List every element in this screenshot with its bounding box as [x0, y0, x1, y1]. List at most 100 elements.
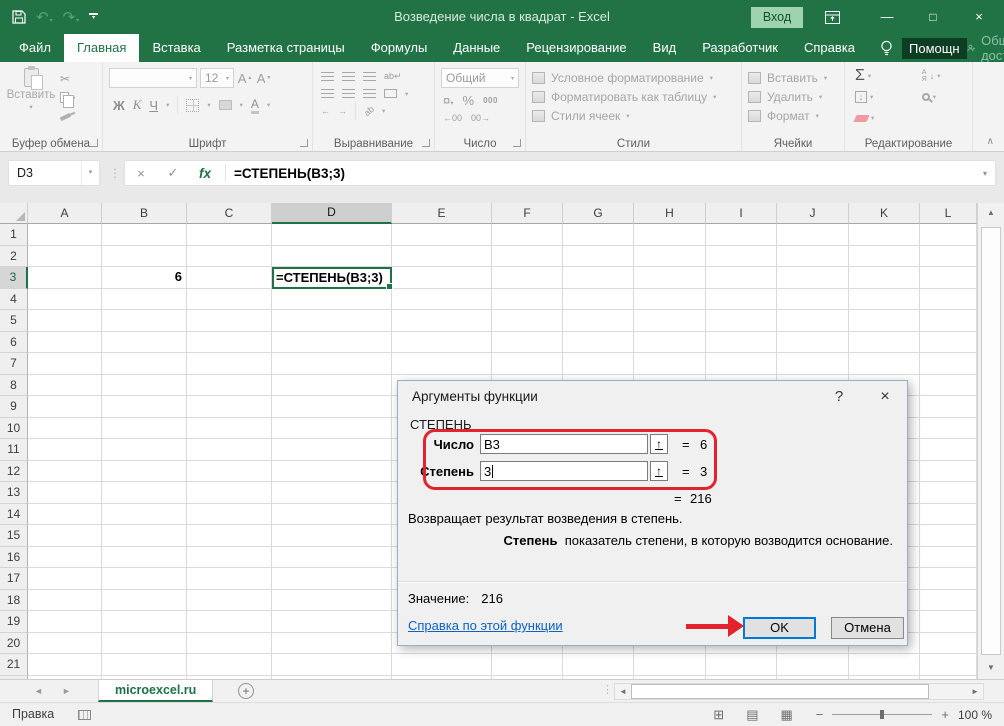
cell-G21[interactable] [563, 654, 634, 676]
conditional-formatting-button[interactable]: Условное форматирование▾ [532, 68, 735, 87]
cell-C12[interactable] [187, 461, 272, 483]
close-button[interactable]: × [956, 0, 1002, 34]
cell-L4[interactable] [920, 289, 977, 311]
cell-C21[interactable] [187, 654, 272, 676]
cell-C18[interactable] [187, 590, 272, 612]
select-all-corner[interactable] [0, 203, 28, 224]
cell-I6[interactable] [706, 332, 777, 354]
row-header-7[interactable]: 7 [0, 353, 28, 375]
cell-I1[interactable] [706, 224, 777, 246]
column-header-K[interactable]: K [849, 203, 920, 224]
cell-B6[interactable] [102, 332, 187, 354]
scroll-up-button[interactable]: ▲ [978, 203, 1004, 224]
cell-L18[interactable] [920, 590, 977, 612]
tell-me-button[interactable] [880, 40, 893, 57]
horizontal-scrollbar[interactable]: ◄ ► [614, 683, 984, 700]
cell-C10[interactable] [187, 418, 272, 440]
cell-G2[interactable] [563, 246, 634, 268]
cell-C13[interactable] [187, 482, 272, 504]
cell-D14[interactable] [272, 504, 392, 526]
cell-L2[interactable] [920, 246, 977, 268]
cell-K7[interactable] [849, 353, 920, 375]
row-header-4[interactable]: 4 [0, 289, 28, 311]
collapse-dialog-button[interactable]: ↑ [650, 434, 668, 454]
find-select-button[interactable]: ▾ [922, 88, 972, 106]
cell-J4[interactable] [777, 289, 849, 311]
dialog-close-button[interactable]: × [874, 386, 896, 408]
row-header-13[interactable]: 13 [0, 482, 28, 504]
cell-I5[interactable] [706, 310, 777, 332]
dialog-launcher-icon[interactable] [300, 139, 308, 147]
row-header-5[interactable]: 5 [0, 310, 28, 332]
cell-D2[interactable] [272, 246, 392, 268]
collapse-ribbon-button[interactable]: ∧ [987, 136, 994, 147]
row-header-21[interactable]: 21 [0, 654, 28, 676]
tab-developer[interactable]: Разработчик [689, 34, 791, 62]
save-button[interactable] [12, 10, 26, 24]
decrease-indent-button[interactable]: ← [321, 106, 330, 116]
cell-K2[interactable] [849, 246, 920, 268]
sort-filter-button[interactable]: АЯ↓▾ [922, 67, 972, 85]
row-header-16[interactable]: 16 [0, 547, 28, 569]
cell-I21[interactable] [706, 654, 777, 676]
cell-B5[interactable] [102, 310, 187, 332]
cell-H1[interactable] [634, 224, 706, 246]
row-header-3[interactable]: 3 [0, 267, 28, 289]
zoom-slider-thumb[interactable] [880, 710, 884, 719]
cell-E6[interactable] [392, 332, 492, 354]
cell-L21[interactable] [920, 654, 977, 676]
cell-styles-button[interactable]: Стили ячеек▾ [532, 106, 735, 125]
wrap-text-button[interactable]: ab↵ [384, 71, 402, 82]
number-argument-input[interactable]: B3 [480, 434, 648, 454]
assistant-tab[interactable]: Помощн [902, 38, 967, 59]
next-sheet-button[interactable]: ► [62, 680, 71, 702]
cell-C11[interactable] [187, 439, 272, 461]
dialog-help-button[interactable]: ? [828, 386, 850, 408]
cell-B9[interactable] [102, 396, 187, 418]
row-header-1[interactable]: 1 [0, 224, 28, 246]
cell-K5[interactable] [849, 310, 920, 332]
cell-H5[interactable] [634, 310, 706, 332]
cell-G1[interactable] [563, 224, 634, 246]
cell-L20[interactable] [920, 633, 977, 655]
cell-B2[interactable] [102, 246, 187, 268]
scroll-right-button[interactable]: ► [967, 684, 983, 699]
zoom-slider[interactable] [832, 710, 932, 719]
share-button[interactable]: Общий доступ [967, 34, 1004, 62]
zoom-out-button[interactable]: − [816, 707, 824, 722]
cell-L16[interactable] [920, 547, 977, 569]
cell-C2[interactable] [187, 246, 272, 268]
cell-K1[interactable] [849, 224, 920, 246]
cell-A9[interactable] [28, 396, 102, 418]
cell-F1[interactable] [492, 224, 563, 246]
cell-D7[interactable] [272, 353, 392, 375]
cell-E4[interactable] [392, 289, 492, 311]
clear-button[interactable]: ▾ [855, 109, 906, 127]
cell-C19[interactable] [187, 611, 272, 633]
cell-C16[interactable] [187, 547, 272, 569]
cell-D18[interactable] [272, 590, 392, 612]
cell-B11[interactable] [102, 439, 187, 461]
cell-A5[interactable] [28, 310, 102, 332]
cell-L3[interactable] [920, 267, 977, 289]
cancel-entry-button[interactable]: × [125, 166, 157, 181]
fill-color-button[interactable] [219, 100, 232, 110]
column-header-B[interactable]: B [102, 203, 187, 224]
cell-C5[interactable] [187, 310, 272, 332]
cell-D20[interactable] [272, 633, 392, 655]
row-header-9[interactable]: 9 [0, 396, 28, 418]
cell-A14[interactable] [28, 504, 102, 526]
increase-font-button[interactable]: А▲ [237, 69, 253, 87]
dialog-launcher-icon[interactable] [90, 139, 98, 147]
cell-D3[interactable]: =СТЕПЕНЬ(B3;3) [272, 267, 392, 289]
cell-C14[interactable] [187, 504, 272, 526]
cell-L19[interactable] [920, 611, 977, 633]
vertical-scrollbar[interactable]: ▲ ▼ [977, 203, 1004, 679]
cell-F4[interactable] [492, 289, 563, 311]
normal-view-button[interactable]: ⊞ [713, 707, 724, 723]
cell-D6[interactable] [272, 332, 392, 354]
cell-C1[interactable] [187, 224, 272, 246]
cell-F2[interactable] [492, 246, 563, 268]
horizontal-scrollbar-thumb[interactable] [631, 684, 929, 699]
cell-K21[interactable] [849, 654, 920, 676]
